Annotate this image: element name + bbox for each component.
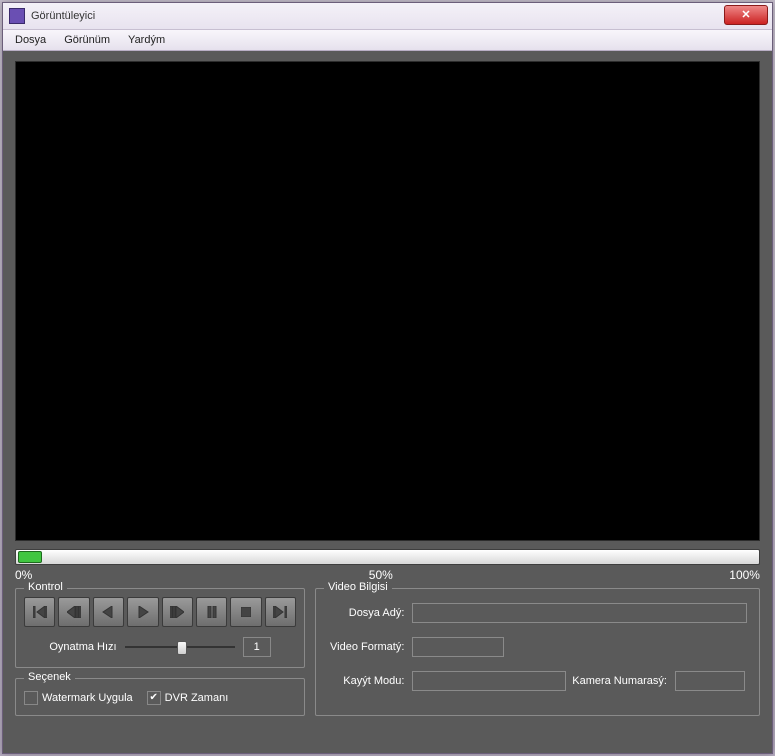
progress-0: 0% (15, 568, 32, 582)
menu-view[interactable]: Görünüm (56, 33, 118, 47)
app-window-outer: Görüntüleyici ✕ Dosya Görünüm Yardým 0% … (0, 0, 775, 756)
progress-labels: 0% 50% 100% (15, 568, 760, 582)
watermark-checkbox[interactable] (24, 691, 38, 705)
skip-end-button[interactable] (265, 597, 296, 627)
play-button[interactable] (127, 597, 158, 627)
frame-forward-button[interactable] (162, 597, 193, 627)
close-icon: ✕ (741, 10, 750, 21)
close-button[interactable]: ✕ (724, 5, 768, 25)
camera-number-label: Kamera Numarasý: (572, 675, 667, 687)
dvr-time-label: DVR Zamanı (165, 692, 229, 704)
camera-number-field (675, 671, 745, 691)
pause-icon (207, 606, 217, 618)
video-info-group: Video Bilgisi Dosya Adý: Video Formatý: … (315, 588, 760, 716)
speed-slider[interactable] (125, 640, 235, 654)
play-icon (137, 606, 149, 618)
stop-button[interactable] (230, 597, 261, 627)
option-group-title: Seçenek (24, 671, 75, 683)
titlebar[interactable]: Görüntüleyici ✕ (3, 3, 772, 30)
watermark-option[interactable]: Watermark Uygula (24, 691, 133, 705)
frame-forward-icon (170, 606, 184, 618)
play-reverse-icon (102, 606, 114, 618)
dvr-time-checkbox[interactable] (147, 691, 161, 705)
stop-icon (241, 607, 251, 617)
control-group-title: Kontrol (24, 581, 67, 593)
option-group: Seçenek Watermark Uygula DVR Zamanı (15, 678, 305, 716)
info-grid: Dosya Adý: Video Formatý: Kayýt Modu: Ka… (324, 597, 751, 693)
skip-start-button[interactable] (24, 597, 55, 627)
slider-thumb[interactable] (177, 641, 187, 655)
progress-50: 50% (369, 568, 393, 582)
option-row: Watermark Uygula DVR Zamanı (24, 687, 296, 705)
video-info-title: Video Bilgisi (324, 581, 392, 593)
left-column: Kontrol Oynatma Hızı (15, 588, 305, 716)
speed-value: 1 (243, 637, 271, 657)
speed-label: Oynatma Hızı (49, 641, 116, 653)
progress-bar[interactable] (15, 549, 760, 565)
app-window: Görüntüleyici ✕ Dosya Görünüm Yardým 0% … (2, 2, 773, 754)
frame-back-button[interactable] (58, 597, 89, 627)
video-viewport (15, 61, 760, 541)
client-area: 0% 50% 100% Kontrol (3, 51, 772, 753)
app-icon (9, 8, 25, 24)
menu-help[interactable]: Yardým (120, 33, 173, 47)
record-mode-label: Kayýt Modu: (330, 675, 404, 687)
control-group: Kontrol Oynatma Hızı (15, 588, 305, 668)
record-mode-field (412, 671, 566, 691)
progress-100: 100% (729, 568, 760, 582)
progress-handle[interactable] (18, 551, 42, 563)
file-name-label: Dosya Adý: (330, 607, 404, 619)
video-format-label: Video Formatý: (330, 641, 404, 653)
watermark-label: Watermark Uygula (42, 692, 133, 704)
bottom-panels: Kontrol Oynatma Hızı (15, 588, 760, 716)
menubar: Dosya Görünüm Yardým (3, 30, 772, 51)
video-format-field (412, 637, 504, 657)
skip-start-icon (33, 606, 47, 618)
speed-row: Oynatma Hızı 1 (24, 637, 296, 657)
frame-back-icon (67, 606, 81, 618)
dvr-time-option[interactable]: DVR Zamanı (147, 691, 229, 705)
pause-button[interactable] (196, 597, 227, 627)
window-title: Görüntüleyici (31, 10, 95, 22)
file-name-field (412, 603, 747, 623)
menu-file[interactable]: Dosya (7, 33, 54, 47)
play-reverse-button[interactable] (93, 597, 124, 627)
playback-buttons (24, 597, 296, 627)
progress-section: 0% 50% 100% (15, 549, 760, 582)
skip-end-icon (273, 606, 287, 618)
